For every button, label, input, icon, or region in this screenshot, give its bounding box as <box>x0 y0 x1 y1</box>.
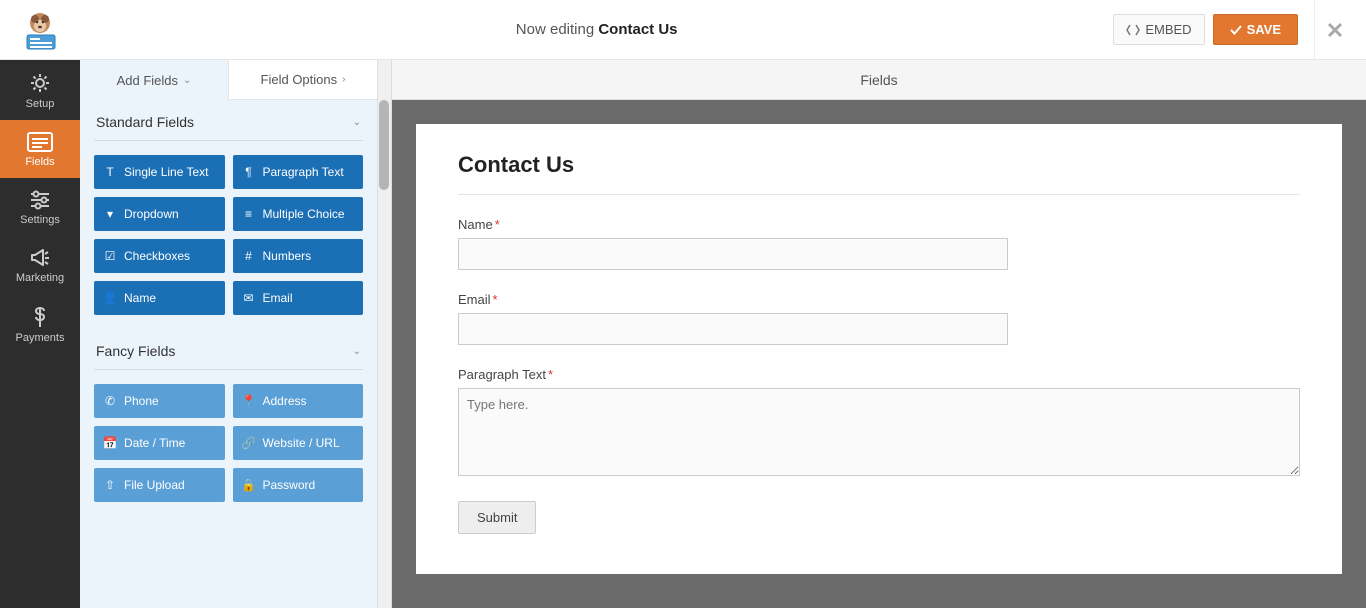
section-standard: Standard Fields ⌄ TSingle Line Text ¶Par… <box>80 100 377 329</box>
link-icon: 🔗 <box>243 436 255 450</box>
sliders-icon <box>29 190 51 210</box>
field-paragraph-text[interactable]: ¶Paragraph Text <box>233 155 364 189</box>
submit-button[interactable]: Submit <box>458 501 536 534</box>
field-single-line-text[interactable]: TSingle Line Text <box>94 155 225 189</box>
email-input[interactable] <box>458 313 1008 345</box>
nav-payments[interactable]: Payments <box>0 294 80 354</box>
nav-fields[interactable]: Fields <box>0 120 80 178</box>
lock-icon: 🔒 <box>243 478 255 492</box>
field-phone[interactable]: ✆Phone <box>94 384 225 418</box>
field-checkboxes[interactable]: ☑Checkboxes <box>94 239 225 273</box>
check-icon <box>1230 24 1242 36</box>
nav-settings[interactable]: Settings <box>0 178 80 236</box>
paragraph-label: Paragraph Text* <box>458 367 1300 382</box>
bullhorn-icon <box>29 248 51 268</box>
phone-icon: ✆ <box>104 394 116 408</box>
map-marker-icon: 📍 <box>243 394 255 408</box>
side-nav: Setup Fields Settings Marketing Payments <box>0 60 80 608</box>
preview-field-paragraph[interactable]: Paragraph Text* <box>458 367 1300 479</box>
field-numbers[interactable]: #Numbers <box>233 239 364 273</box>
top-bar: Now editing Contact Us EMBED SAVE <box>0 0 1366 60</box>
close-icon <box>1327 22 1343 38</box>
logo <box>0 9 80 51</box>
caret-square-icon: ▾ <box>104 207 116 221</box>
upload-icon: ⇧ <box>104 478 116 492</box>
calendar-icon: 📅 <box>104 436 116 450</box>
panel-scrollbar[interactable] <box>377 60 391 608</box>
form-icon <box>27 132 53 152</box>
chevron-down-icon: ⌄ <box>183 75 191 86</box>
check-square-icon: ☑ <box>104 249 116 263</box>
field-multiple-choice[interactable]: ≡Multiple Choice <box>233 197 364 231</box>
form-title[interactable]: Contact Us <box>458 152 1300 195</box>
embed-button[interactable]: EMBED <box>1113 14 1204 45</box>
envelope-icon: ✉ <box>243 291 255 305</box>
dollar-icon <box>33 306 47 328</box>
preview-field-email[interactable]: Email* <box>458 292 1300 345</box>
field-password[interactable]: 🔒Password <box>233 468 364 502</box>
field-name[interactable]: 👤Name <box>94 281 225 315</box>
name-label: Name* <box>458 217 1300 232</box>
chevron-right-icon: › <box>342 74 345 85</box>
wpforms-logo-icon <box>19 9 61 51</box>
nav-marketing[interactable]: Marketing <box>0 236 80 294</box>
code-icon <box>1126 24 1140 36</box>
field-email[interactable]: ✉Email <box>233 281 364 315</box>
top-actions: EMBED SAVE <box>1113 0 1366 60</box>
field-date-time[interactable]: 📅Date / Time <box>94 426 225 460</box>
tab-field-options[interactable]: Field Options › <box>228 60 377 100</box>
form-preview: Contact Us Name* Email* Paragraph Text* … <box>416 124 1342 574</box>
list-icon: ≡ <box>243 207 255 221</box>
canvas-title: Fields <box>392 60 1366 100</box>
text-icon: T <box>104 165 116 179</box>
canvas: Fields Contact Us Name* Email* Paragraph… <box>392 60 1366 608</box>
scrollbar-thumb[interactable] <box>379 100 389 190</box>
field-dropdown[interactable]: ▾Dropdown <box>94 197 225 231</box>
canvas-area[interactable]: Contact Us Name* Email* Paragraph Text* … <box>392 100 1366 608</box>
paragraph-icon: ¶ <box>243 165 255 179</box>
chevron-down-icon: ⌄ <box>353 346 361 357</box>
close-button[interactable] <box>1314 0 1354 60</box>
user-icon: 👤 <box>104 291 116 305</box>
section-standard-toggle[interactable]: Standard Fields ⌄ <box>94 114 363 141</box>
fields-panel: Add Fields ⌄ Field Options › Standard Fi… <box>80 60 392 608</box>
section-fancy: Fancy Fields ⌄ ✆Phone 📍Address 📅Date / T… <box>80 329 377 516</box>
name-input[interactable] <box>458 238 1008 270</box>
save-button[interactable]: SAVE <box>1213 14 1298 45</box>
nav-setup[interactable]: Setup <box>0 60 80 120</box>
tab-add-fields[interactable]: Add Fields ⌄ <box>80 60 228 100</box>
main: Setup Fields Settings Marketing Payments… <box>0 60 1366 608</box>
field-file-upload[interactable]: ⇧File Upload <box>94 468 225 502</box>
email-label: Email* <box>458 292 1300 307</box>
field-website-url[interactable]: 🔗Website / URL <box>233 426 364 460</box>
paragraph-textarea[interactable] <box>458 388 1300 476</box>
field-address[interactable]: 📍Address <box>233 384 364 418</box>
editing-label: Now editing Contact Us <box>80 21 1113 38</box>
gear-icon <box>29 72 51 94</box>
preview-field-name[interactable]: Name* <box>458 217 1300 270</box>
hash-icon: # <box>243 249 255 263</box>
panel-tabs: Add Fields ⌄ Field Options › <box>80 60 377 100</box>
section-fancy-toggle[interactable]: Fancy Fields ⌄ <box>94 343 363 370</box>
chevron-down-icon: ⌄ <box>353 117 361 128</box>
